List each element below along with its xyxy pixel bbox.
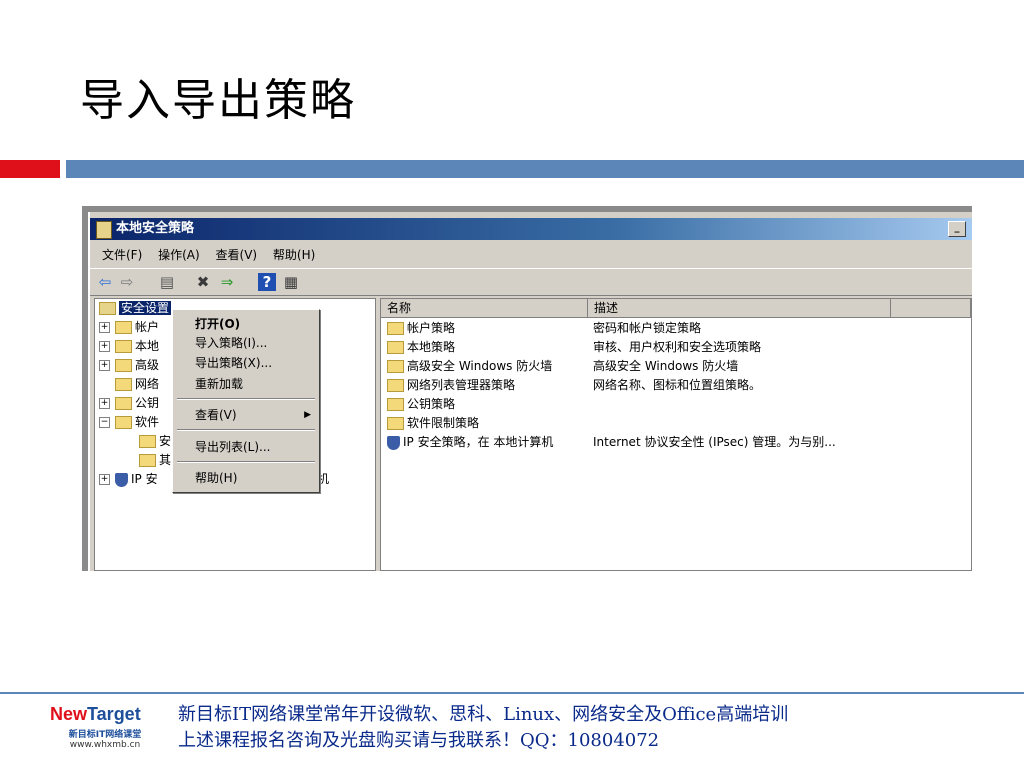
show-hide-tree-icon[interactable]: ▤ (158, 273, 176, 291)
footer-text: 新目标IT网络课堂常年开设微软、思科、Linux、网络安全及Office高端培训… (178, 702, 788, 754)
list-item-advanced-firewall[interactable]: 高级安全 Windows 防火墙 高级安全 Windows 防火墙 (387, 357, 738, 376)
security-settings-icon (99, 302, 116, 315)
expand-icon[interactable]: + (99, 360, 110, 371)
tree-item-local-policies[interactable]: + 本地 (99, 337, 159, 356)
delete-icon[interactable]: ✖ (194, 273, 212, 291)
menu-view[interactable]: 查看(V) (216, 244, 258, 266)
toolbar: ⇦ ⇨ ▤ ✖ ⇒ ? ▦ (90, 268, 972, 296)
submenu-arrow-icon: ▶ (304, 410, 311, 420)
list-item-network-list[interactable]: 网络列表管理器策略 网络名称、图标和位置组策略。 (387, 376, 761, 395)
menu-bar: 文件(F) 操作(A) 查看(V) 帮助(H) (90, 244, 972, 266)
export-list-icon[interactable]: ⇒ (218, 273, 236, 291)
tree-item-account-policies[interactable]: + 帐户 (99, 318, 159, 337)
expand-icon[interactable]: + (99, 322, 110, 333)
folder-icon (387, 379, 404, 392)
list-item-desc: 审核、用户权利和安全选项策略 (593, 340, 762, 354)
back-arrow-icon[interactable]: ⇦ (96, 273, 114, 291)
folder-icon (115, 340, 132, 353)
folder-icon (387, 360, 404, 373)
column-header-name[interactable]: 名称 (381, 299, 588, 318)
context-import-policy[interactable]: 导入策略(I)... (195, 335, 267, 351)
tree-item-ip-security[interactable]: + IP 安 机 (99, 470, 329, 489)
folder-icon (139, 435, 156, 448)
list-item-desc: 高级安全 Windows 防火墙 (593, 359, 739, 373)
minimize-button[interactable]: _ (948, 221, 966, 237)
context-export-list[interactable]: 导出列表(L)... (195, 439, 271, 455)
context-separator (177, 461, 315, 463)
tree-item-security-settings[interactable]: 安全设置 (99, 299, 172, 318)
footer-line-1: 新目标IT网络课堂常年开设微软、思科、Linux、网络安全及Office高端培训 (178, 704, 789, 725)
context-separator (177, 398, 315, 400)
list-item-public-key[interactable]: 公钥策略 (387, 395, 455, 414)
menu-file[interactable]: 文件(F) (102, 244, 142, 266)
menu-action[interactable]: 操作(A) (158, 244, 200, 266)
folder-icon (139, 454, 156, 467)
folder-icon (387, 417, 404, 430)
folder-icon (387, 398, 404, 411)
list-item-desc: 网络名称、图标和位置组策略。 (593, 378, 762, 392)
window-title: 本地安全策略 (116, 221, 195, 236)
context-open[interactable]: 打开(O) (195, 316, 240, 332)
collapse-icon[interactable]: − (99, 417, 110, 428)
expand-icon[interactable]: + (99, 398, 110, 409)
folder-icon (115, 416, 132, 429)
logo-subtitle: 新目标IT网络课堂 (68, 730, 142, 740)
help-icon[interactable]: ? (258, 273, 276, 291)
folder-icon (115, 321, 132, 334)
list-item-desc: Internet 协议安全性 (IPsec) 管理。为与别... (593, 435, 836, 449)
context-separator (177, 429, 315, 431)
tree-item-software-restriction[interactable]: − 软件 (99, 413, 159, 432)
list-item-software-restriction[interactable]: 软件限制策略 (387, 414, 479, 433)
tree-item-network-list[interactable]: 网络 (115, 375, 159, 394)
logo-new: New (50, 704, 88, 724)
list-item-ip-security[interactable]: IP 安全策略，在 本地计算机 Internet 协议安全性 (IPsec) 管理… (387, 433, 836, 452)
folder-icon (387, 341, 404, 354)
forward-arrow-icon[interactable]: ⇨ (118, 273, 136, 291)
slide-title: 导入导出策略 (80, 75, 356, 126)
newtarget-logo: NewTarget 新目标IT网络课堂 www.whxmb.cn (50, 704, 160, 750)
tree-item-public-key[interactable]: + 公钥 (99, 394, 159, 413)
folder-icon (115, 397, 132, 410)
expand-icon[interactable]: + (99, 474, 110, 485)
list-item-local-policies[interactable]: 本地策略 审核、用户权利和安全选项策略 (387, 338, 761, 357)
expand-icon[interactable]: + (99, 341, 110, 352)
folder-icon (115, 359, 132, 372)
list-item-account-policies[interactable]: 帐户策略 密码和帐户锁定策略 (387, 319, 701, 338)
window-titlebar[interactable]: 本地安全策略 _ (90, 218, 972, 240)
tree-item-security-levels[interactable]: 安 (139, 432, 171, 451)
tree-item-advanced-firewall[interactable]: + 高级 (99, 356, 159, 375)
list-item-desc: 密码和帐户锁定策略 (593, 321, 702, 335)
menu-help[interactable]: 帮助(H) (273, 244, 315, 266)
context-reload[interactable]: 重新加载 (195, 376, 243, 392)
ip-security-icon (115, 472, 128, 487)
column-header-description[interactable]: 描述 (588, 299, 891, 318)
context-help[interactable]: 帮助(H) (195, 470, 237, 486)
footer-divider (0, 692, 1024, 694)
context-export-policy[interactable]: 导出策略(X)... (195, 355, 272, 371)
list-pane: 名称 描述 帐户策略 密码和帐户锁定策略 本地策略 审核、用户权利和安全选项策略 高… (380, 298, 972, 571)
context-view[interactable]: 查看(V) (195, 407, 237, 423)
local-security-policy-icon (96, 221, 112, 239)
folder-icon (115, 378, 132, 391)
context-menu: 打开(O) 导入策略(I)... 导出策略(X)... 重新加载 查看(V) ▶… (172, 309, 320, 493)
column-header-filler (891, 299, 971, 318)
title-underline-red (0, 160, 60, 178)
logo-target: Target (87, 704, 141, 724)
footer-line-2: 上述课程报名咨询及光盘购买请与我联系！QQ：10804072 (178, 730, 660, 751)
folder-icon (387, 322, 404, 335)
tree-item-other-rules[interactable]: 其 (139, 451, 171, 470)
title-underline-blue (66, 160, 1024, 178)
ip-security-icon (387, 435, 400, 450)
properties-icon[interactable]: ▦ (282, 273, 300, 291)
logo-url: www.whxmb.cn (69, 740, 141, 750)
